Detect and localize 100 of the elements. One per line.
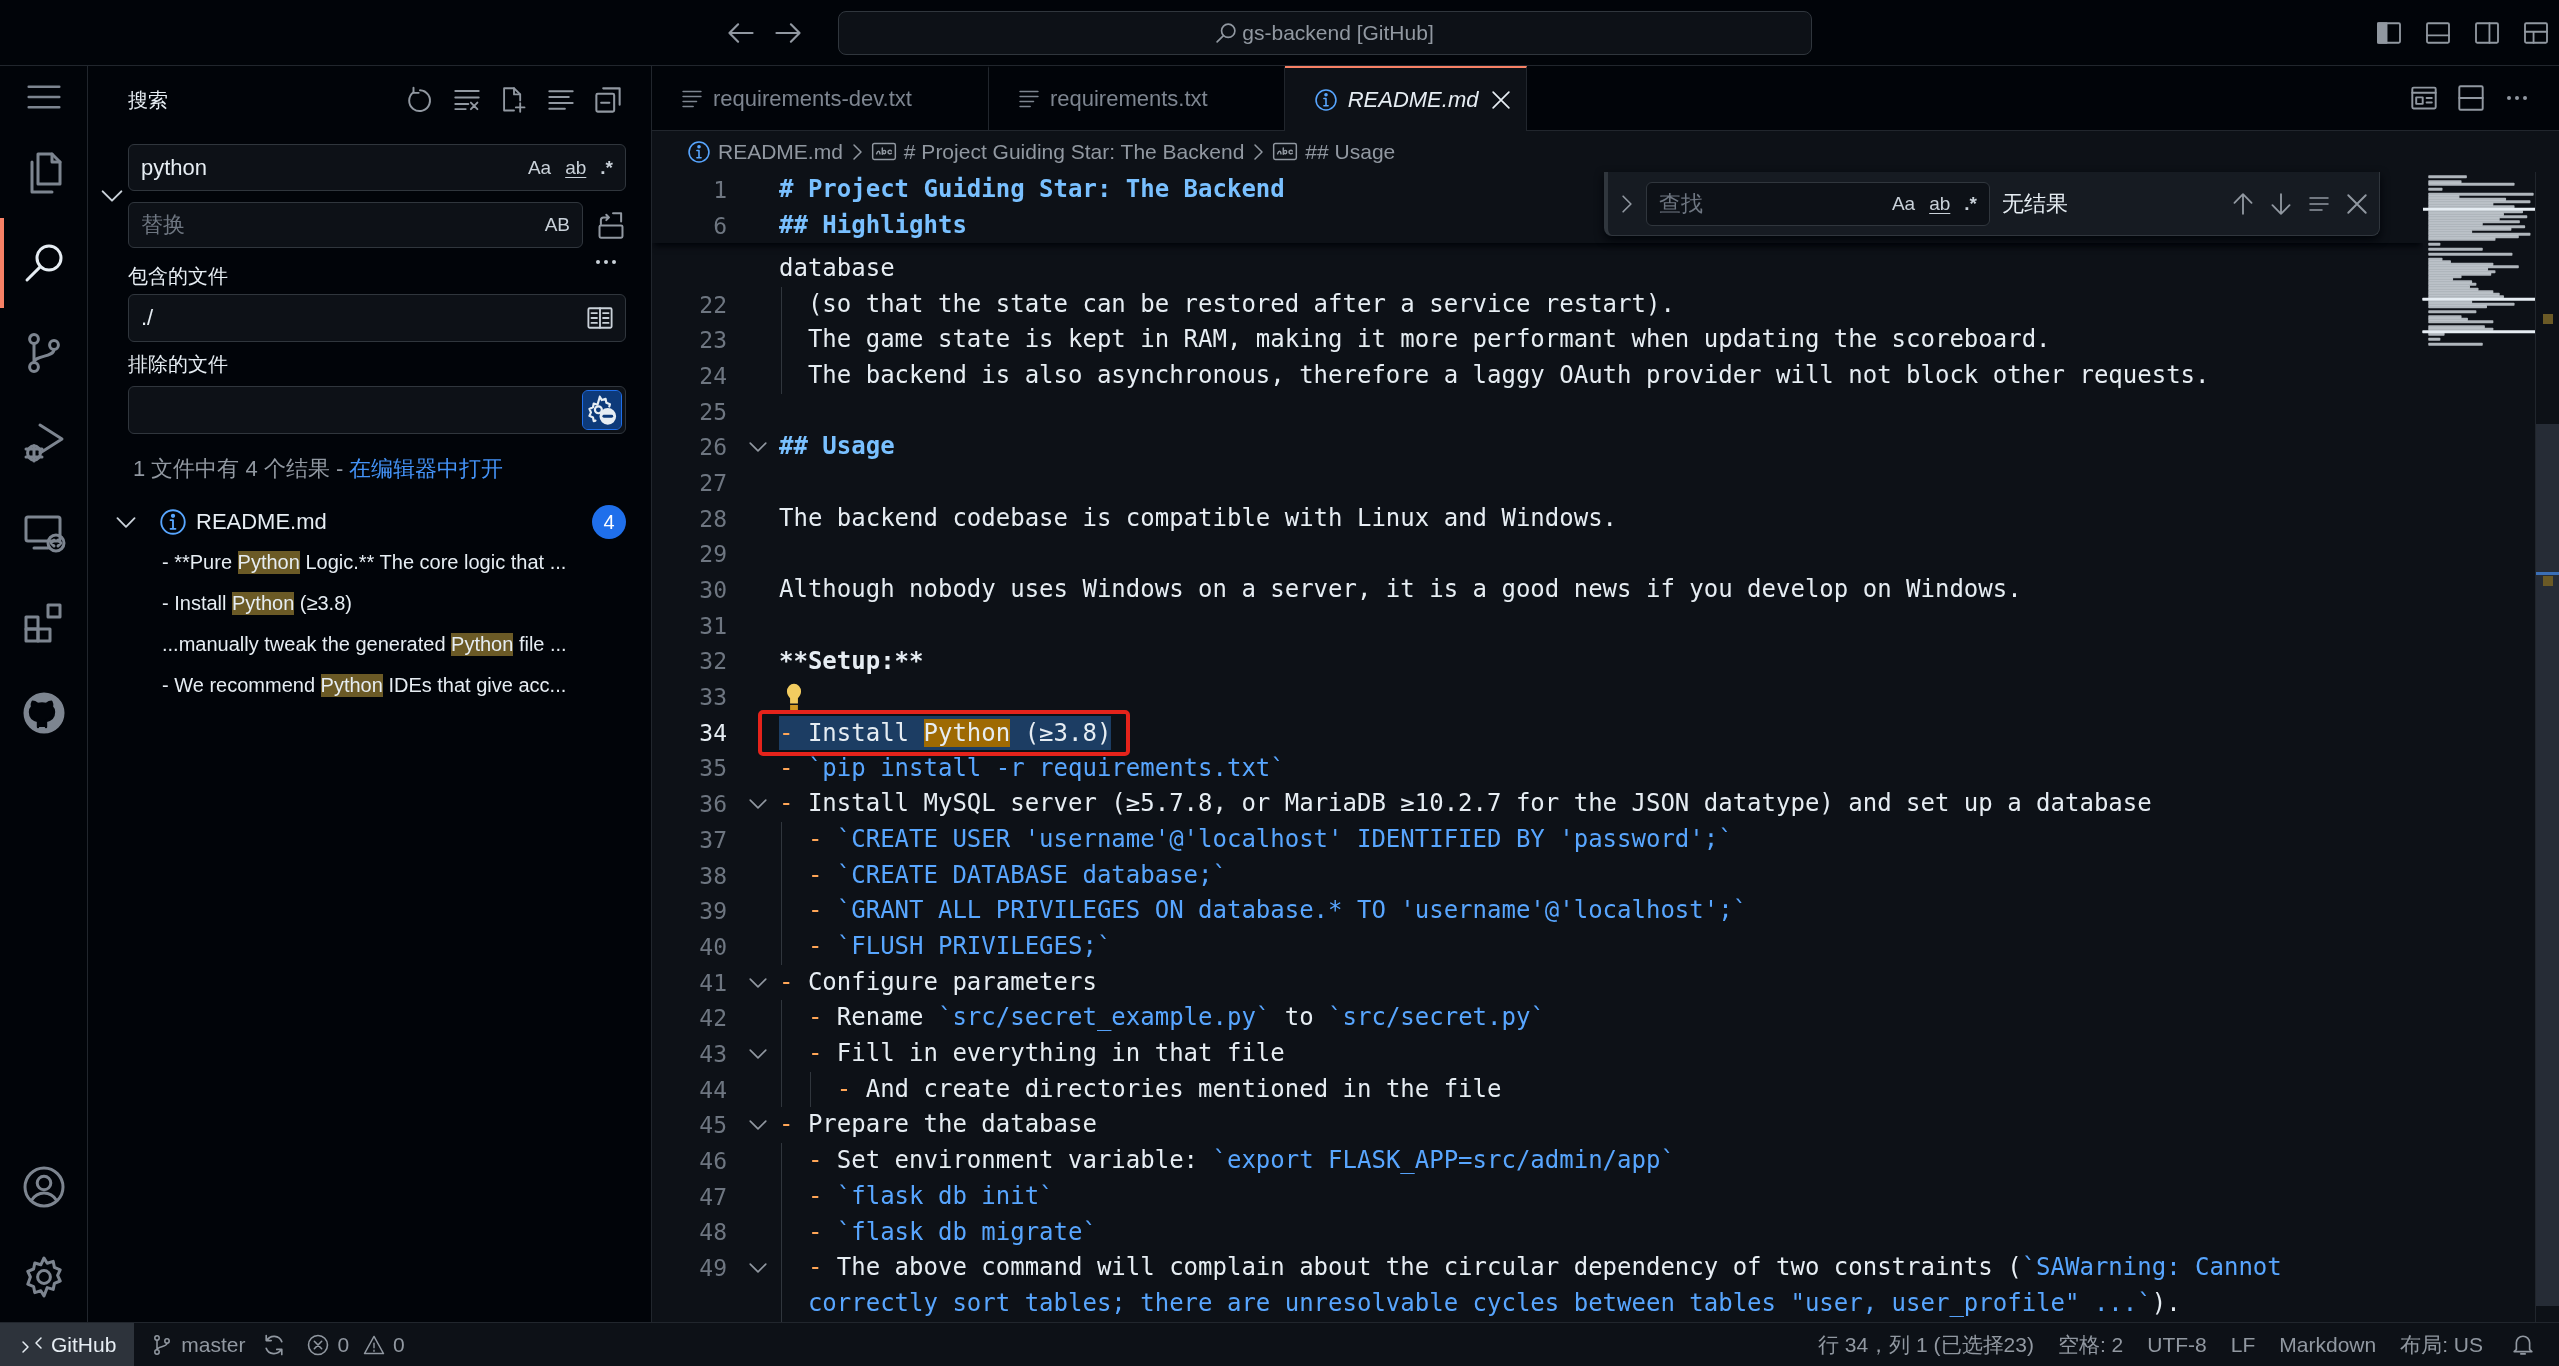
regex-toggle[interactable]: .* [1960, 190, 1981, 217]
match-marker-icon [2543, 576, 2553, 586]
book-icon[interactable] [587, 307, 613, 329]
layout-grid-icon[interactable] [2523, 21, 2549, 44]
status-bar-item[interactable]: UTF-8 [2135, 1323, 2219, 1366]
fold-chevron-icon[interactable] [749, 977, 767, 988]
code-line: The game state is kept in RAM, making it more performant when updating the scoreboard. [806, 324, 2051, 356]
line-number: 34 [698, 719, 728, 746]
forward-arrow-icon[interactable] [775, 21, 801, 44]
ellipsis-icon[interactable] [594, 258, 618, 266]
status-bar-item[interactable]: 布局: US [2388, 1323, 2495, 1366]
exclude-settings-toggle[interactable] [583, 391, 621, 429]
minimap-drawing[interactable] [2423, 174, 2535, 346]
fold-chevron-icon[interactable] [749, 1120, 767, 1131]
open-in-editor-link[interactable]: 在编辑器中打开 [349, 454, 504, 484]
line-number: 43 [698, 1040, 728, 1067]
breadcrumb-item[interactable]: ## Usage [1273, 139, 1396, 164]
ellipsis-icon[interactable] [2505, 94, 2529, 102]
breadcrumb-item[interactable]: # Project Guiding Star: The Backend [871, 139, 1245, 164]
sidebar-title: 搜索 [128, 87, 168, 113]
scrollbar-thumb[interactable] [2536, 424, 2559, 1306]
problems-indicator[interactable]: 0 0 [296, 1323, 423, 1366]
arrow-up-icon[interactable] [2233, 192, 2253, 215]
remote-indicator[interactable]: GitHub [0, 1323, 135, 1366]
document-plus-icon[interactable] [501, 87, 527, 113]
fold-chevron-icon[interactable] [749, 799, 767, 810]
editor-tab[interactable]: requirements-dev.txt [652, 66, 989, 130]
panel-layout-icon[interactable] [2425, 21, 2451, 44]
selection-marker-icon [2536, 572, 2559, 575]
code-line: - `CREATE DATABASE database;` [806, 859, 1227, 891]
close-icon[interactable] [2347, 192, 2367, 215]
line-number: 36 [698, 791, 728, 818]
result-summary: 1 文件中有 4 个结果 - 在编辑器中打开 [128, 448, 626, 490]
refresh-icon[interactable] [407, 87, 433, 113]
result-file-row[interactable]: README.md 4 [112, 502, 626, 542]
code-line: - Fill in everything in that file [806, 1038, 1285, 1070]
right-sidebar-layout-icon[interactable] [2474, 21, 2500, 44]
line-number: 40 [698, 933, 728, 960]
code-line: - `flask db migrate` [806, 1216, 1097, 1248]
fold-chevron-icon[interactable] [749, 442, 767, 453]
scrollbar[interactable] [2535, 172, 2559, 1322]
bell-icon[interactable] [2513, 1334, 2533, 1355]
collapse-all-icon[interactable] [595, 87, 621, 113]
include-field[interactable]: ./ [128, 294, 626, 342]
file-name: README.md [196, 509, 328, 535]
regex-toggle[interactable]: .* [596, 154, 617, 181]
breadcrumb-item[interactable]: README.md [688, 139, 843, 164]
search-result-line[interactable]: - We recommend Python IDEs that give acc... [128, 665, 626, 706]
chevron-right-icon [1254, 143, 1264, 160]
line-number: 41 [698, 969, 728, 996]
branch-indicator[interactable]: master [140, 1323, 297, 1366]
menu-icon[interactable] [26, 85, 61, 109]
whole-word-toggle[interactable]: ab [1925, 190, 1955, 217]
editor-tab[interactable]: requirements.txt [988, 66, 1285, 130]
sidebar-layout-icon[interactable] [2376, 21, 2402, 44]
preview-icon[interactable] [2411, 85, 2437, 111]
search-result-line[interactable]: ...manually tweak the generated Python file ... [128, 624, 626, 665]
split-editor-icon[interactable] [2458, 85, 2484, 111]
match-case-toggle[interactable]: Aa [1887, 190, 1920, 217]
count-badge: 4 [592, 505, 626, 539]
search-result-line[interactable]: - Install Python (≥3.8) [128, 583, 626, 624]
sync-icon [264, 1334, 285, 1355]
person-icon [22, 1166, 65, 1208]
list-lines-icon[interactable] [548, 87, 574, 113]
line-number: 39 [698, 898, 728, 925]
replace-field[interactable]: 替换 AB [128, 202, 583, 248]
search-field[interactable]: python Aa ab .* [128, 144, 626, 191]
command-center[interactable]: gs-backend [GitHub] [838, 10, 1812, 55]
back-arrow-icon[interactable] [728, 21, 754, 44]
code-line: - `CREATE USER 'username'@'localhost' IDENTIFIED BY 'password';` [806, 823, 1733, 855]
exclude-field[interactable] [128, 386, 626, 434]
status-bar-item[interactable]: LF [2218, 1323, 2268, 1366]
replace-all-icon[interactable] [598, 211, 624, 239]
code-line: - `GRANT ALL PRIVILEGES ON database.* TO 'username'@'localhost';` [806, 895, 1748, 927]
match-case-toggle[interactable]: Aa [523, 154, 556, 181]
code-line: - Install MySQL server (≥5.7.8, or MariaDB ≥10.2.7 for the JSON datatype) and set up a database [779, 788, 2152, 820]
search-result-line[interactable]: - **Pure Python Logic.** The core logic that ... [128, 542, 626, 583]
line-number: 26 [698, 434, 728, 461]
clear-results-icon[interactable] [454, 87, 480, 113]
line-number: 24 [698, 362, 728, 389]
chevron-down-icon[interactable] [116, 516, 136, 528]
chevron-down-icon[interactable] [101, 190, 123, 202]
fold-chevron-icon[interactable] [749, 1263, 767, 1274]
preserve-case-toggle[interactable]: AB [540, 212, 574, 238]
fold-chevron-icon[interactable] [749, 1048, 767, 1059]
status-bar-item[interactable]: 行 34，列 1 (已选择23) [1806, 1323, 2046, 1366]
lightbulb-icon[interactable] [786, 682, 802, 712]
status-bar-item[interactable]: Markdown [2267, 1323, 2389, 1366]
code-line: ## Usage [779, 431, 895, 463]
line-number: 27 [698, 469, 728, 496]
find-field[interactable]: 查找 Aa ab .* [1646, 181, 1990, 226]
code-line: - `pip install -r requirements.txt` [779, 752, 1285, 784]
chevron-right-icon[interactable] [1622, 194, 1632, 213]
line-number: 35 [698, 755, 728, 782]
whole-word-toggle[interactable]: ab [561, 154, 591, 181]
line-number: 25 [698, 398, 728, 425]
arrow-down-icon[interactable] [2271, 192, 2291, 215]
status-bar-item[interactable]: 空格: 2 [2045, 1323, 2136, 1366]
code-line: - The above command will complain about the circular dependency of two constraints (`SAWarning: Cannot [806, 1252, 2282, 1284]
editor-tab[interactable]: README.md [1284, 66, 1528, 131]
